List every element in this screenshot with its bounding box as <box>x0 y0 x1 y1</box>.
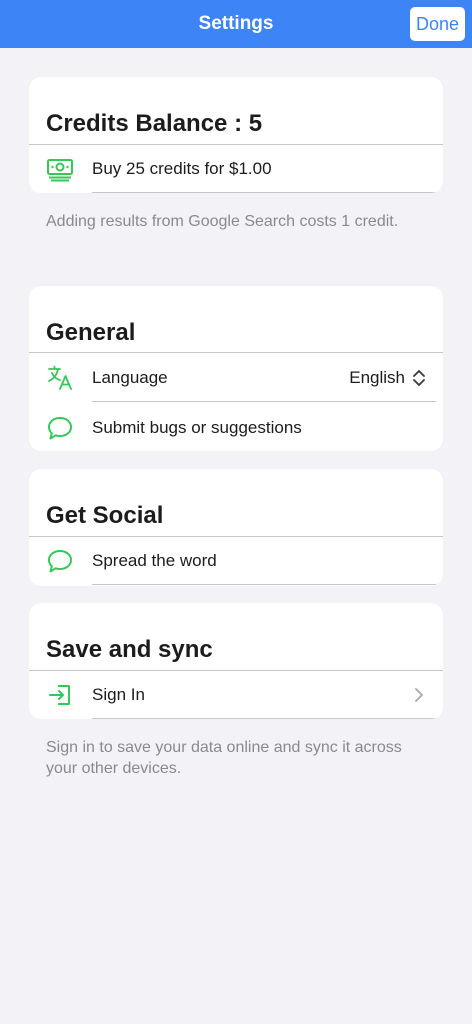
page-title: Settings <box>198 13 274 34</box>
row-separator <box>92 401 436 402</box>
divider <box>29 352 443 353</box>
sync-footnote: Sign in to save your data online and syn… <box>46 739 402 777</box>
social-title: Get Social <box>46 502 164 529</box>
submit-feedback-label: Submit bugs or suggestions <box>92 418 302 437</box>
language-label: Language <box>92 368 168 387</box>
sign-in-icon <box>49 685 70 705</box>
translate-icon <box>48 365 72 390</box>
general-title: General <box>46 319 136 346</box>
social-card: Get Social Spread the word <box>29 469 443 586</box>
chevron-right-icon <box>415 688 423 702</box>
buy-credits-label: Buy 25 credits for $1.00 <box>92 159 272 178</box>
sync-card: Save and sync Sign In <box>29 603 443 719</box>
submit-feedback-row[interactable]: Submit bugs or suggestions <box>29 404 443 451</box>
language-value: English <box>349 368 405 387</box>
money-icon <box>47 159 73 182</box>
buy-credits-row[interactable]: Buy 25 credits for $1.00 <box>29 145 443 193</box>
nav-bar: Settings Done <box>0 0 472 48</box>
sign-in-row[interactable]: Sign In <box>29 671 443 719</box>
credits-card: Credits Balance : 5 Buy 25 credits for $… <box>29 77 443 193</box>
chat-bubble-icon <box>48 550 72 573</box>
sign-in-label: Sign In <box>92 685 145 704</box>
row-separator <box>92 718 436 719</box>
row-separator <box>92 192 436 193</box>
spread-word-row[interactable]: Spread the word <box>29 537 443 585</box>
row-separator <box>92 584 436 585</box>
chat-bubble-icon <box>48 417 72 440</box>
sync-title: Save and sync <box>46 636 213 663</box>
spread-word-label: Spread the word <box>92 551 217 570</box>
up-down-chevron-icon <box>413 370 425 386</box>
general-card: General Language English Submit bugs or … <box>29 286 443 451</box>
language-row[interactable]: Language English <box>29 354 443 402</box>
credits-balance-title: Credits Balance : 5 <box>46 110 263 137</box>
done-button[interactable]: Done <box>410 7 465 41</box>
credits-footnote: Adding results from Google Search costs … <box>46 213 399 230</box>
